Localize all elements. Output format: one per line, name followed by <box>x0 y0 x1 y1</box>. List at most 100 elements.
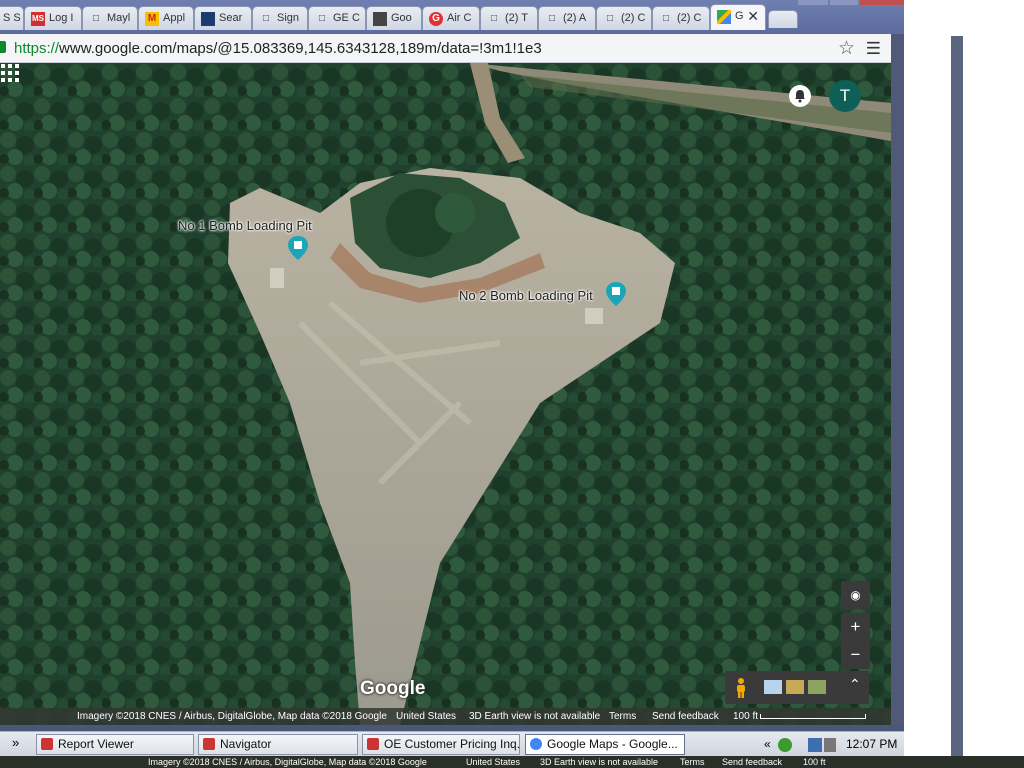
tray-expand-chevron[interactable]: « <box>764 734 771 755</box>
image-icon <box>373 12 387 26</box>
bg-terms-link: Terms <box>680 757 705 767</box>
zoom-in-button[interactable]: + <box>841 613 870 641</box>
tab-label: S S <box>3 12 21 24</box>
ms-favicon-icon: MS <box>31 12 45 26</box>
tab-label: (2) T <box>505 12 529 24</box>
tab-strip: S S MS Log I □ Mayl M Appl Sear □ Sign □… <box>0 0 904 34</box>
tab-label: Sign <box>277 12 300 24</box>
app-icon <box>203 738 215 750</box>
zoom-out-button[interactable]: − <box>841 641 870 669</box>
m-favicon-icon: M <box>145 12 159 26</box>
pegman-icon[interactable] <box>735 678 747 698</box>
tab-label: Log I <box>49 12 74 24</box>
document-icon: □ <box>490 13 498 24</box>
tab-label: Appl <box>163 12 186 24</box>
tab-2[interactable]: □ Mayl <box>82 6 138 30</box>
taskbar-item-label: Navigator <box>220 737 272 751</box>
tab-4[interactable]: Sear <box>194 6 252 30</box>
window-scrollbar[interactable] <box>891 34 904 725</box>
taskbar: » Report Viewer Navigator OE Customer Pr… <box>0 731 904 757</box>
hamburger-menu-icon[interactable]: ☰ <box>866 39 881 59</box>
document-icon: □ <box>262 13 270 24</box>
document-icon: □ <box>548 13 556 24</box>
map-pin-icon[interactable] <box>606 282 626 306</box>
tab-0[interactable]: S S <box>0 6 24 30</box>
tab-google-maps[interactable]: G ✕ <box>710 4 766 30</box>
satellite-map[interactable]: No 1 Bomb Loading Pit No 2 Bomb Loading … <box>0 63 891 725</box>
tab-9[interactable]: □ (2) T <box>480 6 538 30</box>
tab-label: G <box>735 10 744 22</box>
tab-label: Sear <box>219 12 243 24</box>
tab-10[interactable]: □ (2) A <box>538 6 596 30</box>
minimize-button[interactable] <box>798 0 828 5</box>
region-link[interactable]: United States <box>396 711 456 722</box>
tab-1[interactable]: MS Log I <box>24 6 82 30</box>
g-favicon-icon: G <box>429 12 443 26</box>
satellite-imagery <box>0 63 891 725</box>
taskbar-item-report-viewer[interactable]: Report Viewer <box>36 734 194 755</box>
system-tray: « 12:07 PM <box>760 734 900 755</box>
bg-earth-view-notice: 3D Earth view is not available <box>540 757 659 767</box>
close-tab-icon[interactable]: ✕ <box>747 8 759 25</box>
scale-label: 100 ft <box>733 711 759 722</box>
tab-label: Mayl <box>107 12 131 24</box>
tab-5[interactable]: □ Sign <box>252 6 308 30</box>
taskbar-item-navigator[interactable]: Navigator <box>198 734 358 755</box>
satellite-layer-thumbnail[interactable] <box>808 680 826 694</box>
notifications-bell-icon[interactable] <box>789 85 811 107</box>
taskbar-item-label: Report Viewer <box>58 737 134 751</box>
bookmark-star-icon[interactable]: ☆ <box>838 37 855 60</box>
taskbar-item-oe-pricing[interactable]: OE Customer Pricing Inq... <box>362 734 520 755</box>
poi-label-no1[interactable]: No 1 Bomb Loading Pit <box>178 218 312 233</box>
window-controls <box>792 0 904 20</box>
bg-send-feedback-link: Send feedback <box>722 757 783 767</box>
map-pin-icon[interactable] <box>288 236 308 260</box>
send-feedback-link[interactable]: Send feedback <box>652 711 719 722</box>
poi-label-no2[interactable]: No 2 Bomb Loading Pit <box>459 288 593 303</box>
terms-link[interactable]: Terms <box>609 711 636 722</box>
lock-icon <box>0 41 6 53</box>
url-scheme: https:// <box>14 40 60 57</box>
tab-label: Air C <box>447 12 472 24</box>
my-location-icon[interactable]: ◉ <box>841 581 870 609</box>
tab-11[interactable]: □ (2) C <box>596 6 652 30</box>
account-avatar[interactable]: T <box>829 80 861 112</box>
close-window-button[interactable] <box>860 0 904 5</box>
browser-window: S S MS Log I □ Mayl M Appl Sear □ Sign □… <box>0 0 904 768</box>
tab-12[interactable]: □ (2) C <box>652 6 710 30</box>
tab-6[interactable]: □ GE C <box>308 6 366 30</box>
taskbar-overflow-chevron[interactable]: » <box>12 735 19 750</box>
tray-app-icon[interactable] <box>778 738 792 752</box>
url-text[interactable]: https://www.google.com/maps/@15.083369,1… <box>14 40 542 57</box>
earth-view-notice: 3D Earth view is not available <box>469 711 601 722</box>
document-icon: □ <box>92 13 100 24</box>
tab-3[interactable]: M Appl <box>138 6 194 30</box>
map-controls: ◉ + − <box>841 581 870 673</box>
document-icon: □ <box>318 13 326 24</box>
maximize-button[interactable] <box>830 0 858 5</box>
taskbar-item-google-maps[interactable]: Google Maps - Google... <box>525 734 685 755</box>
document-icon: □ <box>606 13 614 24</box>
scale-bar <box>760 714 866 719</box>
background-window <box>951 14 1024 756</box>
network-icon[interactable] <box>808 738 822 752</box>
bg-scale-label: 100 ft <box>803 757 826 767</box>
imagery-attribution: Imagery ©2018 CNES / Airbus, DigitalGlob… <box>77 711 387 722</box>
address-bar[interactable]: https://www.google.com/maps/@15.083369,1… <box>0 34 891 63</box>
layers-bar: ⌃ <box>725 671 869 704</box>
terrain-layer-thumbnail[interactable] <box>786 680 804 694</box>
volume-muted-icon[interactable] <box>824 738 836 752</box>
taskbar-item-label: Google Maps - Google... <box>547 737 678 751</box>
tab-label: (2) C <box>621 12 646 24</box>
tab-7[interactable]: Goo <box>366 6 422 30</box>
clock[interactable]: 12:07 PM <box>846 734 897 755</box>
tab-label: Goo <box>391 12 412 24</box>
expand-chevron-icon[interactable]: ⌃ <box>849 676 861 693</box>
document-icon: □ <box>662 13 670 24</box>
apps-grid-icon[interactable] <box>0 63 20 83</box>
tab-8[interactable]: G Air C <box>422 6 480 30</box>
map-layer-thumbnail[interactable] <box>764 680 782 694</box>
bg-region-link: United States <box>466 757 521 767</box>
ship-icon <box>201 12 215 26</box>
google-logo: Google <box>360 678 426 699</box>
